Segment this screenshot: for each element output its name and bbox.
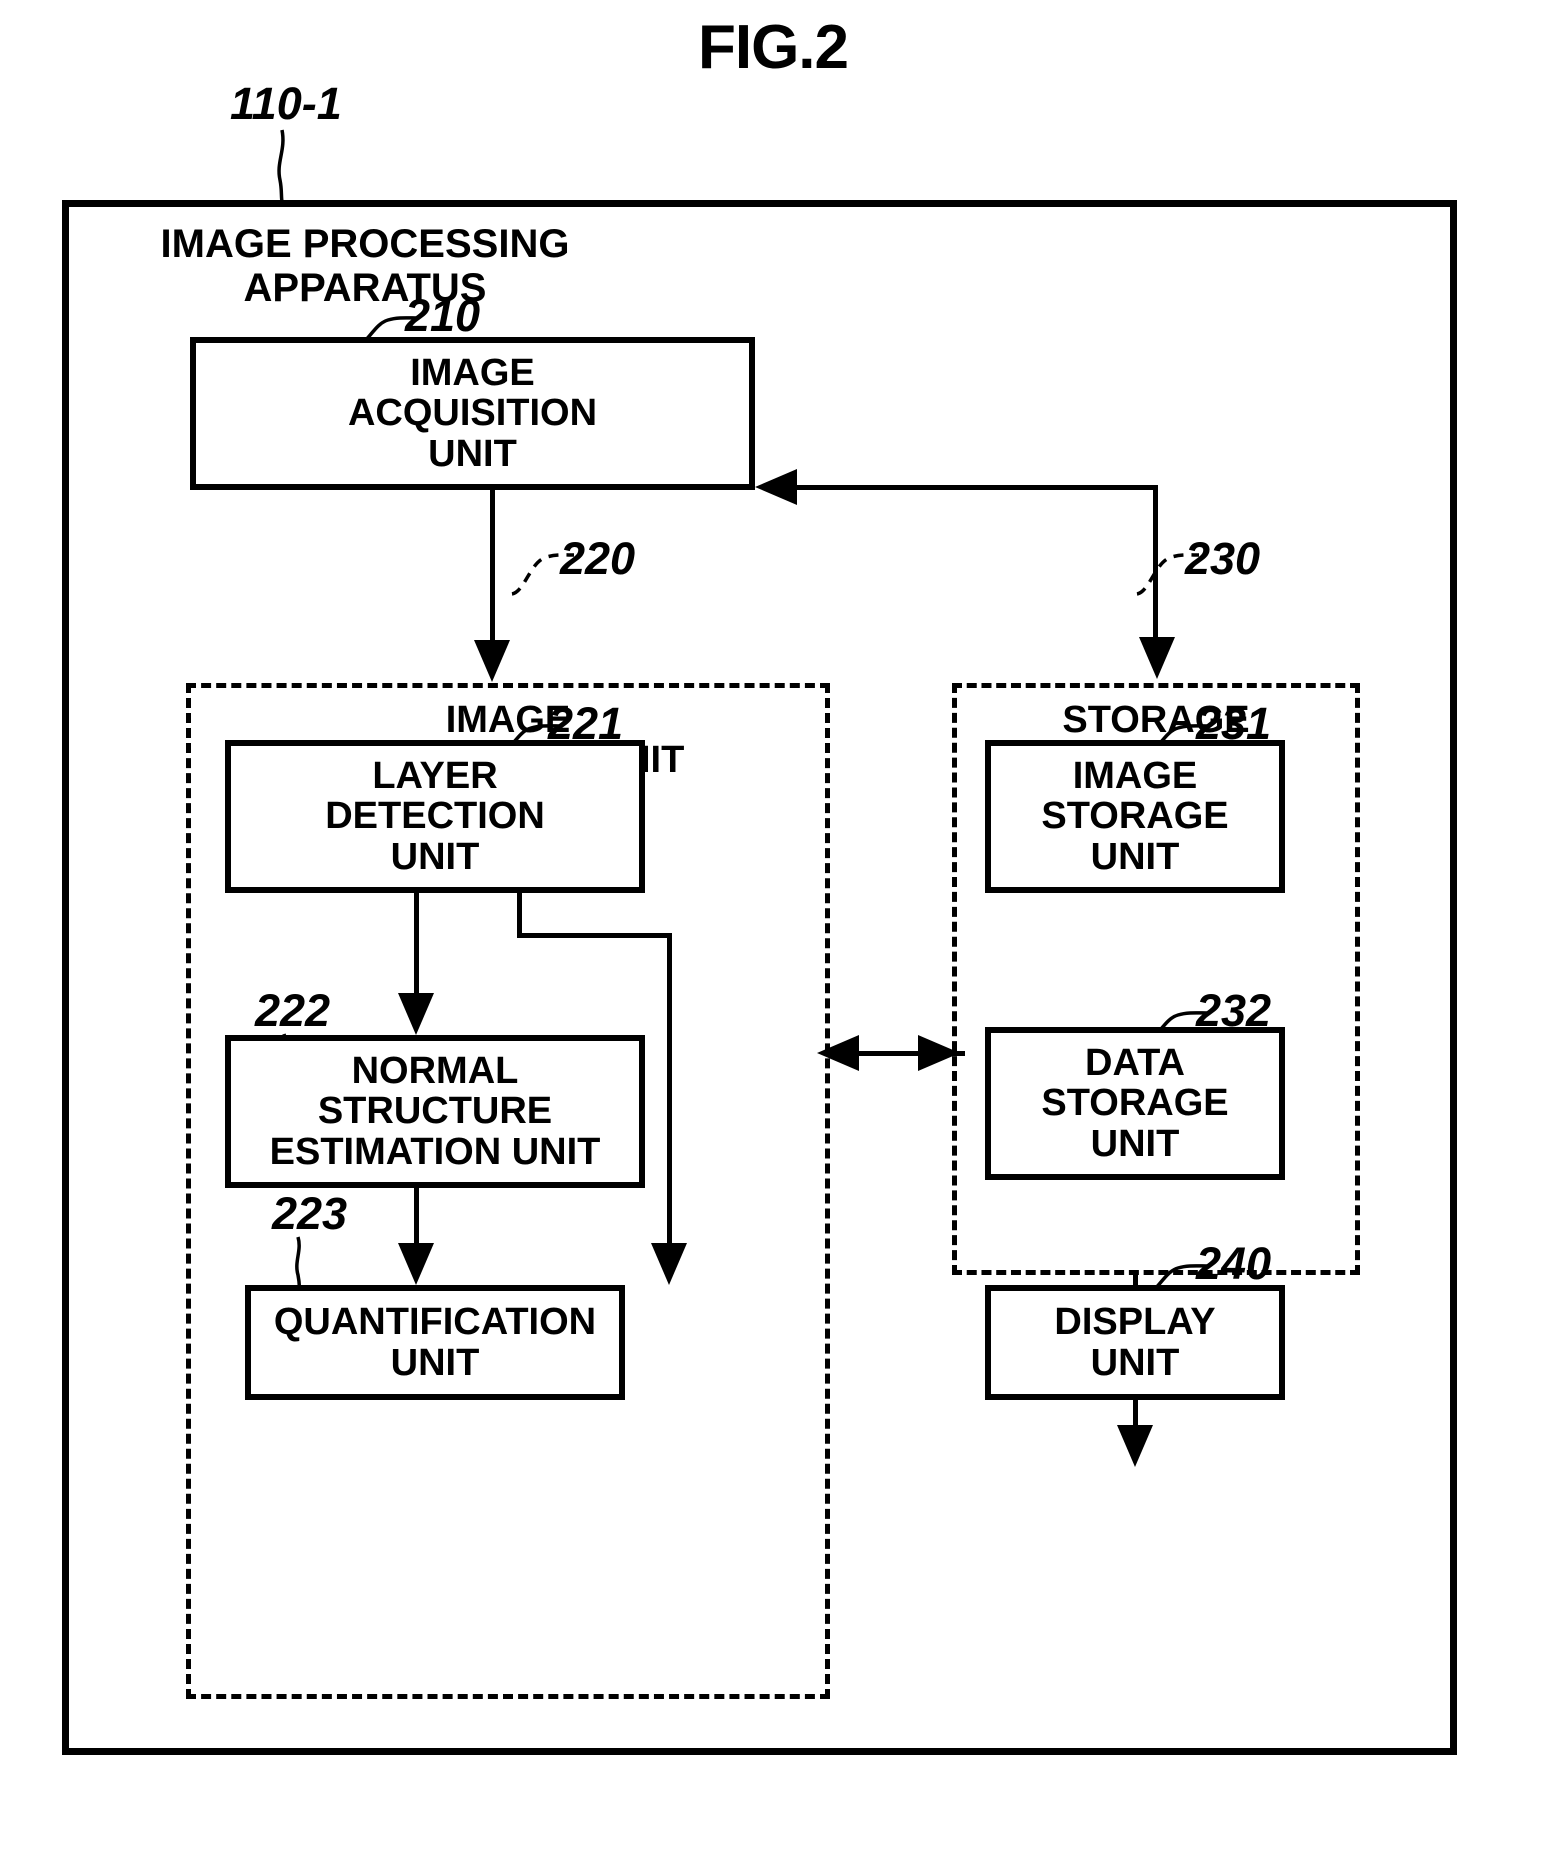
connector-221-to-222 bbox=[414, 893, 419, 993]
image-acquisition-unit-box[interactable]: IMAGE ACQUISITION UNIT bbox=[190, 337, 755, 490]
arrowhead-221-to-223 bbox=[651, 1243, 687, 1285]
connector-221-branch-v2 bbox=[667, 933, 672, 1243]
ref-223: 223 bbox=[272, 1188, 348, 1239]
layer-detection-unit-box[interactable]: LAYER DETECTION UNIT bbox=[225, 740, 645, 893]
connector-221-branch-h bbox=[517, 933, 672, 938]
leader-230 bbox=[1133, 548, 1203, 598]
image-storage-unit-box[interactable]: IMAGE STORAGE UNIT bbox=[985, 740, 1285, 893]
leader-220 bbox=[508, 548, 578, 598]
display-unit-box[interactable]: DISPLAY UNIT bbox=[985, 1285, 1285, 1400]
arrowhead-storage-to-acq bbox=[755, 469, 797, 505]
normal-structure-estimation-unit-box[interactable]: NORMAL STRUCTURE ESTIMATION UNIT bbox=[225, 1035, 645, 1188]
arrowhead-acq-to-storage bbox=[1139, 637, 1175, 679]
arrowhead-storage-to-ipu bbox=[817, 1035, 859, 1071]
arrowhead-221-to-222 bbox=[398, 993, 434, 1035]
normal-structure-estimation-unit-label: NORMAL STRUCTURE ESTIMATION UNIT bbox=[269, 1050, 601, 1173]
image-acquisition-unit-label: IMAGE ACQUISITION UNIT bbox=[347, 352, 598, 475]
figure-title: FIG.2 bbox=[697, 13, 849, 82]
connector-221-branch-v1 bbox=[517, 893, 522, 938]
connector-storage-to-acq-h bbox=[795, 485, 1158, 490]
arrowhead-ipu-to-storage bbox=[918, 1035, 960, 1071]
display-unit-label: DISPLAY UNIT bbox=[1054, 1301, 1216, 1384]
quantification-unit-box[interactable]: QUANTIFICATION UNIT bbox=[245, 1285, 625, 1400]
apparatus-title: IMAGE PROCESSING APPARATUS bbox=[160, 222, 570, 310]
image-storage-unit-label: IMAGE STORAGE UNIT bbox=[1041, 755, 1229, 878]
ref-110-1: 110-1 bbox=[230, 78, 342, 129]
leader-110-1 bbox=[270, 128, 330, 208]
connector-222-to-223 bbox=[414, 1188, 419, 1243]
data-storage-unit-box[interactable]: DATA STORAGE UNIT bbox=[985, 1027, 1285, 1180]
data-storage-unit-label: DATA STORAGE UNIT bbox=[1041, 1042, 1229, 1165]
connector-acq-to-ipu bbox=[490, 490, 495, 640]
arrowhead-222-to-223 bbox=[398, 1243, 434, 1285]
arrowhead-storage-to-display bbox=[1117, 1425, 1153, 1467]
quantification-unit-label: QUANTIFICATION UNIT bbox=[273, 1301, 597, 1384]
layer-detection-unit-label: LAYER DETECTION UNIT bbox=[325, 755, 545, 878]
arrowhead-acq-to-ipu bbox=[474, 640, 510, 682]
figure-canvas: FIG.2 110-1 IMAGE PROCESSING APPARATUS 2… bbox=[0, 0, 1546, 1850]
ref-222: 222 bbox=[255, 985, 331, 1036]
